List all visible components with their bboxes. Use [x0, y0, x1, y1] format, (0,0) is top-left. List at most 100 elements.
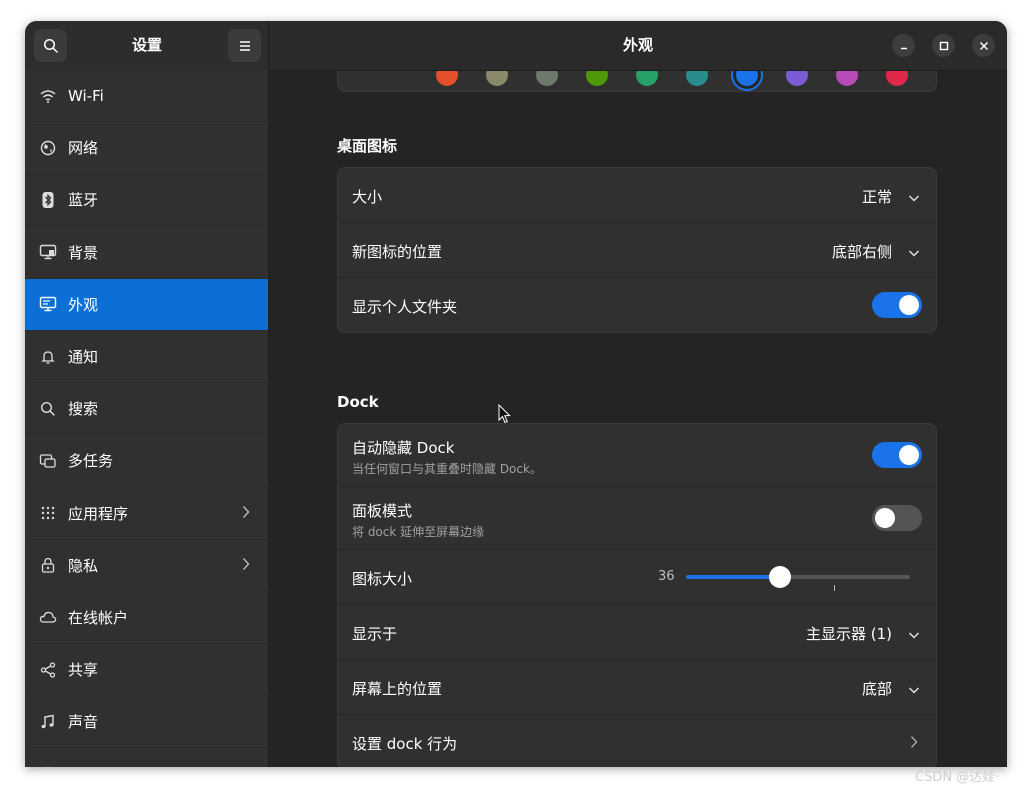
accent-color-card	[337, 71, 937, 92]
share-icon	[39, 661, 57, 679]
search-button[interactable]	[34, 29, 67, 62]
accent-color-swatch[interactable]	[786, 71, 808, 86]
chevron-down-icon	[908, 625, 920, 644]
multitask-icon	[39, 452, 57, 470]
sidebar-item-online-accounts[interactable]: 在线帐户	[25, 592, 268, 645]
chevron-down-icon	[908, 680, 920, 699]
sidebar-item-background[interactable]: 背景	[25, 227, 268, 279]
sidebar-item-search[interactable]: 搜索	[25, 383, 268, 436]
sidebar-item-power[interactable]: 电源	[25, 748, 268, 767]
accent-color-swatch[interactable]	[836, 71, 858, 86]
menu-button[interactable]	[228, 29, 261, 62]
accent-color-row	[338, 71, 936, 91]
accent-color-swatch[interactable]	[486, 71, 508, 86]
sidebar-item-notifications[interactable]: 通知	[25, 331, 268, 384]
accent-color-swatch[interactable]	[636, 71, 658, 86]
chevron-right-icon	[242, 556, 250, 575]
accent-color-swatch[interactable]	[736, 71, 758, 86]
sidebar-item-label: 隐私	[68, 556, 99, 575]
apps-grid-icon	[39, 504, 57, 522]
cloud-icon	[39, 608, 57, 626]
search-icon	[39, 400, 57, 418]
sidebar-item-sharing[interactable]: 共享	[25, 644, 268, 697]
maximize-button[interactable]	[932, 34, 955, 57]
wifi-icon	[39, 87, 57, 105]
row-label: 显示个人文件夹	[352, 298, 458, 316]
sidebar-item-appearance[interactable]: 外观	[25, 278, 268, 331]
accent-color-swatch[interactable]	[536, 71, 558, 86]
icon-size-slider-track[interactable]	[686, 566, 910, 591]
bluetooth-icon	[39, 191, 57, 209]
sidebar-item-label: 通知	[68, 348, 99, 367]
settings-window: 设置 Wi-Fi 网络 蓝牙 背景 外观 通知 搜索 多任务 应用程序 隐私 在…	[25, 21, 1007, 767]
new-icon-position-dropdown-value[interactable]: 底部右侧	[832, 241, 892, 262]
sidebar-item-bluetooth[interactable]: 蓝牙	[25, 174, 268, 227]
bell-icon	[39, 348, 57, 366]
music-note-icon	[39, 713, 57, 731]
dock-show-on-row[interactable]: 显示于 主显示器 (1)	[338, 605, 936, 660]
minimize-icon	[900, 47, 907, 49]
dock-icon-size-row: 图标大小 36	[338, 550, 936, 605]
slider-tick-mark	[834, 585, 835, 591]
dock-position-row[interactable]: 屏幕上的位置 底部	[338, 660, 936, 715]
chevron-down-icon	[908, 243, 920, 262]
new-icon-position-row[interactable]: 新图标的位置 底部右侧	[338, 223, 936, 278]
dock-autohide-row: 自动隐藏 Dock 当任何窗口与其重叠时隐藏 Dock。	[338, 424, 936, 487]
background-monitor-icon	[39, 243, 57, 261]
accent-color-swatch[interactable]	[586, 71, 608, 86]
sidebar-item-privacy[interactable]: 隐私	[25, 540, 268, 592]
chevron-right-icon	[242, 504, 250, 523]
icon-size-slider-handle[interactable]	[769, 566, 792, 588]
row-label: 设置 dock 行为	[352, 735, 458, 753]
sidebar-item-wifi[interactable]: Wi-Fi	[25, 70, 268, 123]
maximize-icon	[939, 41, 948, 50]
panel-mode-toggle[interactable]	[872, 505, 922, 531]
sidebar: 设置 Wi-Fi 网络 蓝牙 背景 外观 通知 搜索 多任务 应用程序 隐私 在…	[25, 21, 268, 767]
lock-icon	[39, 556, 57, 574]
close-button[interactable]	[972, 34, 995, 57]
icon-size-slider-fill	[686, 575, 781, 579]
desktop-icons-card: 大小 正常 新图标的位置 底部右侧 显示个人文件夹	[337, 167, 937, 333]
show-on-dropdown-value[interactable]: 主显示器 (1)	[806, 623, 892, 644]
accent-color-swatch[interactable]	[436, 71, 458, 86]
desktop-icons-section-title: 桌面图标	[337, 137, 398, 155]
appearance-monitor-icon	[39, 295, 57, 313]
sidebar-item-multitasking[interactable]: 多任务	[25, 435, 268, 488]
toggle-knob	[875, 508, 895, 528]
dock-card: 自动隐藏 Dock 当任何窗口与其重叠时隐藏 Dock。 面板模式 将 dock…	[337, 423, 937, 767]
network-globe-icon	[39, 139, 57, 157]
dock-behavior-row[interactable]: 设置 dock 行为	[338, 715, 936, 767]
row-label: 大小	[352, 188, 383, 206]
accent-color-swatch[interactable]	[886, 71, 908, 86]
sidebar-item-label: 多任务	[68, 452, 114, 471]
sidebar-item-sound[interactable]: 声音	[25, 696, 268, 749]
icon-size-row[interactable]: 大小 正常	[338, 168, 936, 223]
row-label: 显示于	[352, 625, 398, 643]
icon-size-dropdown-value[interactable]: 正常	[862, 186, 892, 207]
search-icon	[43, 38, 58, 53]
sidebar-item-label: 应用程序	[68, 504, 129, 523]
power-icon	[39, 765, 57, 767]
show-personal-folder-toggle[interactable]	[872, 292, 922, 318]
sidebar-item-label: 电源	[68, 764, 98, 767]
sidebar-item-label: 在线帐户	[68, 608, 129, 627]
row-label: 自动隐藏 Dock	[352, 439, 455, 457]
accent-color-swatch[interactable]	[686, 71, 708, 86]
row-label: 新图标的位置	[352, 243, 443, 261]
chevron-down-icon	[908, 188, 920, 207]
toggle-knob	[899, 445, 919, 465]
minimize-button[interactable]	[892, 34, 915, 57]
sidebar-item-applications[interactable]: 应用程序	[25, 488, 268, 540]
dock-autohide-toggle[interactable]	[872, 442, 922, 468]
row-label: 面板模式	[352, 502, 413, 520]
sidebar-item-label: 声音	[68, 713, 99, 732]
sidebar-item-label: 背景	[68, 243, 99, 262]
sidebar-item-network[interactable]: 网络	[25, 122, 268, 175]
sidebar-item-label: 共享	[68, 661, 99, 680]
dock-position-dropdown-value[interactable]: 底部	[862, 678, 892, 699]
sidebar-item-label: 搜索	[68, 400, 99, 419]
show-personal-folder-row: 显示个人文件夹	[338, 278, 936, 332]
sidebar-item-label: 蓝牙	[68, 191, 99, 210]
sidebar-item-label: 网络	[68, 139, 99, 158]
icon-size-value: 36	[658, 569, 675, 584]
